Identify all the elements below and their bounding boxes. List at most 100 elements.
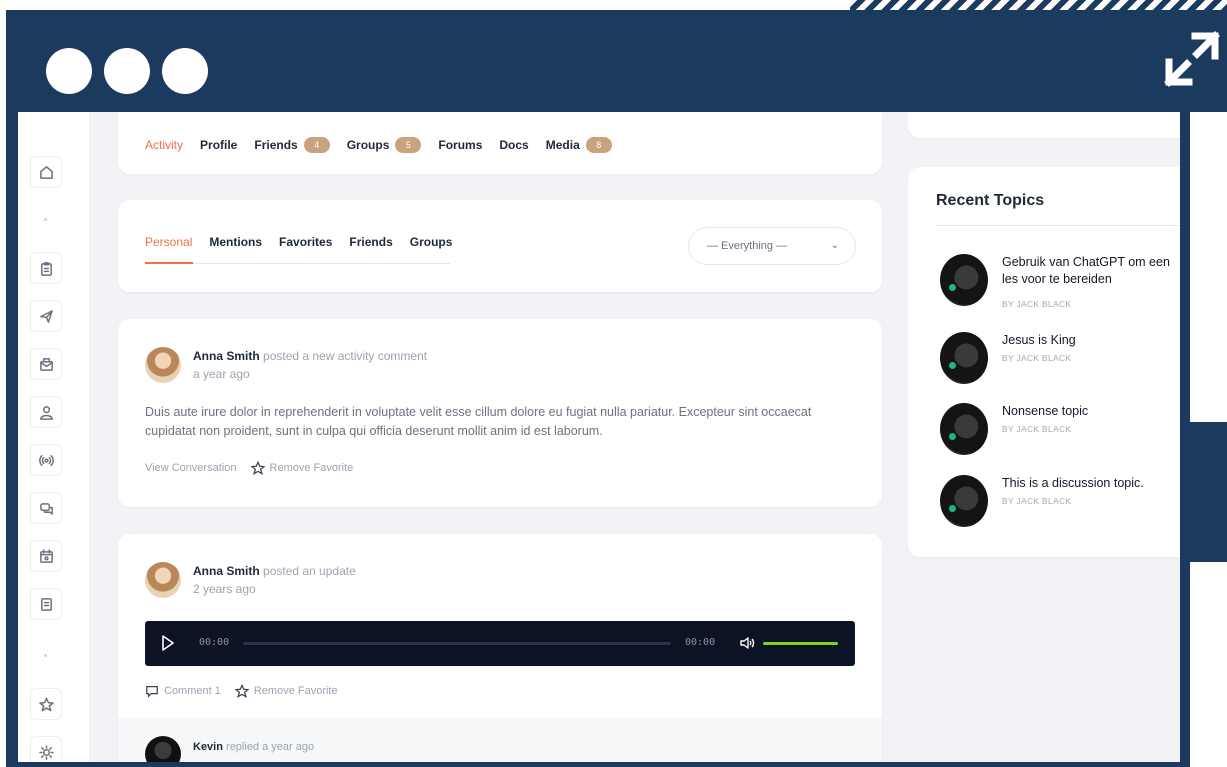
avatar[interactable]	[145, 736, 181, 762]
activity-post: Anna Smith posted a new activity comment…	[118, 319, 882, 507]
star-icon	[250, 461, 265, 475]
post-header: Anna Smith posted an update	[193, 564, 356, 578]
list-item[interactable]: Jesus is King BY JACK BLACK	[940, 332, 1180, 392]
filter-tab-mentions[interactable]: Mentions	[209, 235, 262, 249]
topic-title[interactable]: Gebruik van ChatGPT om een les voor te b…	[1002, 254, 1180, 288]
select-value: — Everything —	[707, 240, 788, 252]
reply-header: Kevin replied a year ago	[193, 741, 314, 753]
activity-post: Anna Smith posted an update 2 years ago …	[118, 534, 882, 762]
home-icon[interactable]	[30, 156, 62, 188]
topic-thumbnail	[940, 254, 988, 306]
tab-groups[interactable]: Groups 5	[347, 137, 422, 153]
sidebar-separator	[44, 654, 47, 657]
tab-media[interactable]: Media 8	[546, 137, 612, 153]
star-icon	[234, 684, 249, 698]
tab-label: Groups	[346, 138, 390, 152]
chevron-down-icon: ⌄	[830, 240, 839, 251]
seek-bar[interactable]	[243, 642, 671, 645]
reply-item: Kevin replied a year ago	[118, 718, 882, 762]
profile-widget	[908, 112, 1180, 138]
expand-icon[interactable]	[1161, 28, 1223, 90]
count-badge: 4	[303, 137, 330, 153]
window-dot-minimize[interactable]	[104, 48, 150, 94]
filter-tab-personal[interactable]: Personal	[145, 235, 192, 249]
filter-tab-groups[interactable]: Groups	[410, 235, 453, 249]
remove-favorite-label: Remove Favorite	[253, 685, 338, 697]
volume-level	[763, 642, 838, 645]
activity-type-select[interactable]: — Everything — ⌄	[688, 227, 856, 265]
sun-icon[interactable]	[30, 736, 62, 762]
window-dot-close[interactable]	[46, 48, 92, 94]
post-action: posted an update	[263, 564, 356, 578]
calendar-icon[interactable]	[30, 540, 62, 572]
star-icon[interactable]	[30, 688, 62, 720]
filter-tab-friends[interactable]: Friends	[349, 235, 392, 249]
tab-label: Friends	[254, 138, 298, 152]
post-action: posted a new activity comment	[263, 349, 428, 363]
activity-filter-card: Personal Mentions Favorites Friends Grou…	[118, 200, 882, 292]
count-badge: 5	[395, 137, 422, 153]
broadcast-icon[interactable]	[30, 444, 62, 476]
remove-favorite-button[interactable]: Remove Favorite	[234, 684, 338, 698]
post-header: Anna Smith posted a new activity comment	[193, 349, 427, 363]
post-time[interactable]: 2 years ago	[193, 582, 256, 596]
tab-label: Docs	[499, 138, 529, 152]
divider	[936, 225, 1180, 226]
comment-label: Comment 1	[164, 685, 221, 697]
topic-thumbnail	[940, 475, 988, 527]
current-time: 00:00	[199, 637, 230, 648]
post-body: Duis aute irure dolor in reprehenderit i…	[145, 405, 812, 438]
topic-title[interactable]: Jesus is King	[1002, 332, 1180, 349]
send-icon[interactable]	[30, 300, 62, 332]
volume-slider[interactable]	[763, 642, 838, 645]
count-badge: 8	[585, 137, 612, 153]
tab-forums[interactable]: Forums	[438, 138, 482, 152]
audio-player: 00:00 00:00	[145, 621, 855, 666]
active-tab-indicator	[145, 262, 193, 264]
list-item[interactable]: This is a discussion topic. BY JACK BLAC…	[940, 475, 1180, 535]
topic-author: BY JACK BLACK	[1002, 496, 1072, 506]
tab-friends[interactable]: Friends 4	[254, 137, 330, 153]
post-actions: View Conversation Remove Favorite	[145, 461, 367, 475]
list-item[interactable]: Nonsense topic BY JACK BLACK	[940, 403, 1180, 463]
volume-icon[interactable]	[739, 635, 755, 651]
tab-label: Media	[545, 138, 580, 152]
tab-profile[interactable]: Profile	[200, 138, 237, 152]
topic-author: BY JACK BLACK	[1002, 299, 1072, 309]
author-name[interactable]: Anna Smith	[193, 349, 260, 363]
topic-author: BY JACK BLACK	[1002, 424, 1072, 434]
view-conversation-link[interactable]: View Conversation	[145, 462, 237, 474]
clipboard-icon[interactable]	[30, 252, 62, 284]
sidebar	[18, 112, 90, 762]
filter-tab-favorites[interactable]: Favorites	[279, 235, 332, 249]
topic-thumbnail	[940, 332, 988, 384]
tab-label: Activity	[145, 138, 184, 152]
window-dot-maximize[interactable]	[162, 48, 208, 94]
play-icon[interactable]	[161, 635, 175, 651]
post-actions: Comment 1 Remove Favorite	[145, 684, 352, 698]
profile-nav: Activity Profile Friends 4 Groups 5 Forums…	[118, 112, 882, 174]
topic-title[interactable]: This is a discussion topic.	[1002, 475, 1180, 492]
avatar[interactable]	[145, 347, 181, 383]
tab-activity[interactable]: Activity	[145, 138, 183, 152]
chat-icon[interactable]	[30, 492, 62, 524]
reply-text: replied a year ago	[226, 741, 315, 753]
recent-topics-widget: Recent Topics Gebruik van ChatGPT om een…	[908, 167, 1180, 557]
user-icon[interactable]	[30, 396, 62, 428]
sidebar-separator	[44, 218, 47, 221]
document-icon[interactable]	[30, 588, 62, 620]
topic-title[interactable]: Nonsense topic	[1002, 403, 1180, 420]
duration: 00:00	[685, 637, 716, 648]
author-name[interactable]: Anna Smith	[193, 564, 260, 578]
avatar[interactable]	[145, 562, 181, 598]
reply-author[interactable]: Kevin	[193, 741, 223, 753]
remove-favorite-label: Remove Favorite	[269, 462, 354, 474]
mail-icon[interactable]	[30, 348, 62, 380]
widget-title: Recent Topics	[936, 192, 1045, 209]
topic-author: BY JACK BLACK	[1002, 353, 1072, 363]
comment-button[interactable]: Comment 1	[145, 684, 221, 698]
tab-docs[interactable]: Docs	[499, 138, 528, 152]
remove-favorite-button[interactable]: Remove Favorite	[250, 461, 354, 475]
list-item[interactable]: Gebruik van ChatGPT om een les voor te b…	[940, 254, 1180, 314]
post-time[interactable]: a year ago	[193, 367, 250, 381]
